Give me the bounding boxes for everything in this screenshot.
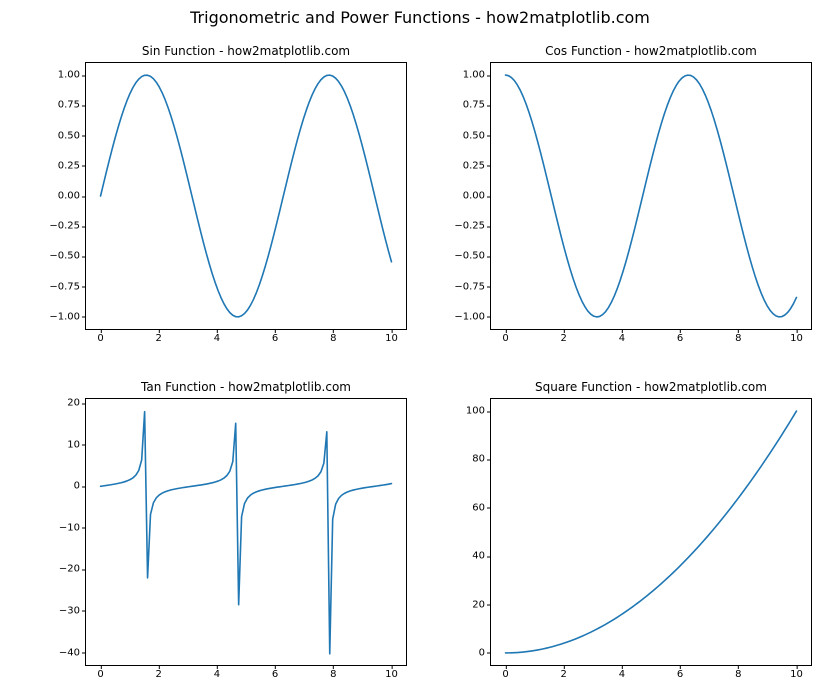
ytick-label: 0.25 [58,160,86,171]
xtick-label: 2 [156,665,162,680]
series-line [491,63,811,329]
subplot-title: Sin Function - how2matplotlib.com [85,44,407,58]
xtick-label: 10 [790,665,803,680]
subplot-cos: Cos Function - how2matplotlib.com−1.00−0… [490,62,812,330]
xtick-label: 6 [272,665,278,680]
ytick-label: 0.75 [463,100,491,111]
subplot-title: Cos Function - how2matplotlib.com [490,44,812,58]
ytick-label: 20 [472,599,491,610]
ytick-label: −0.25 [49,221,86,232]
ytick-label: 40 [472,551,491,562]
axes-frame: −40−30−20−10010200246810 [85,398,407,666]
ytick-label: −1.00 [49,311,86,322]
xtick-label: 10 [385,329,398,344]
ytick-label: 0 [74,481,86,492]
xtick-label: 6 [272,329,278,344]
xtick-label: 4 [619,329,625,344]
ytick-label: −1.00 [454,311,491,322]
ytick-label: 0.00 [463,191,491,202]
series-line [491,399,811,665]
ytick-label: 0 [479,647,491,658]
ytick-label: −0.25 [454,221,491,232]
ytick-label: 80 [472,454,491,465]
ytick-label: 0.75 [58,100,86,111]
xtick-label: 8 [735,329,741,344]
xtick-label: 10 [385,665,398,680]
xtick-label: 0 [502,665,508,680]
ytick-label: 1.00 [58,70,86,81]
xtick-label: 4 [214,329,220,344]
ytick-label: −0.50 [49,251,86,262]
ytick-label: −10 [59,522,86,533]
series-line [86,63,406,329]
xtick-label: 8 [330,665,336,680]
subplot-square: Square Function - how2matplotlib.com0204… [490,398,812,666]
figure: Trigonometric and Power Functions - how2… [0,0,840,700]
axes-frame: −1.00−0.75−0.50−0.250.000.250.500.751.00… [85,62,407,330]
ytick-label: 0.00 [58,191,86,202]
ytick-label: −40 [59,647,86,658]
subplot-tan: Tan Function - how2matplotlib.com−40−30−… [85,398,407,666]
series-line [86,399,406,665]
ytick-label: −20 [59,564,86,575]
subplot-title: Tan Function - how2matplotlib.com [85,380,407,394]
xtick-label: 0 [502,329,508,344]
subplot-title: Square Function - how2matplotlib.com [490,380,812,394]
ytick-label: 0.50 [58,130,86,141]
ytick-label: −0.50 [454,251,491,262]
xtick-label: 8 [330,329,336,344]
xtick-label: 8 [735,665,741,680]
xtick-label: 10 [790,329,803,344]
ytick-label: 0.25 [463,160,491,171]
xtick-label: 0 [97,329,103,344]
xtick-label: 0 [97,665,103,680]
xtick-label: 2 [156,329,162,344]
ytick-label: 20 [67,398,86,409]
ytick-label: 100 [466,406,491,417]
xtick-label: 4 [619,665,625,680]
xtick-label: 6 [677,665,683,680]
ytick-label: −30 [59,605,86,616]
ytick-label: −0.75 [454,281,491,292]
xtick-label: 2 [561,329,567,344]
ytick-label: 60 [472,502,491,513]
ytick-label: 0.50 [463,130,491,141]
ytick-label: 1.00 [463,70,491,81]
xtick-label: 4 [214,665,220,680]
xtick-label: 6 [677,329,683,344]
subplot-sin: Sin Function - how2matplotlib.com−1.00−0… [85,62,407,330]
axes-frame: 0204060801000246810 [490,398,812,666]
axes-frame: −1.00−0.75−0.50−0.250.000.250.500.751.00… [490,62,812,330]
figure-suptitle: Trigonometric and Power Functions - how2… [0,8,840,27]
xtick-label: 2 [561,665,567,680]
ytick-label: 10 [67,439,86,450]
ytick-label: −0.75 [49,281,86,292]
